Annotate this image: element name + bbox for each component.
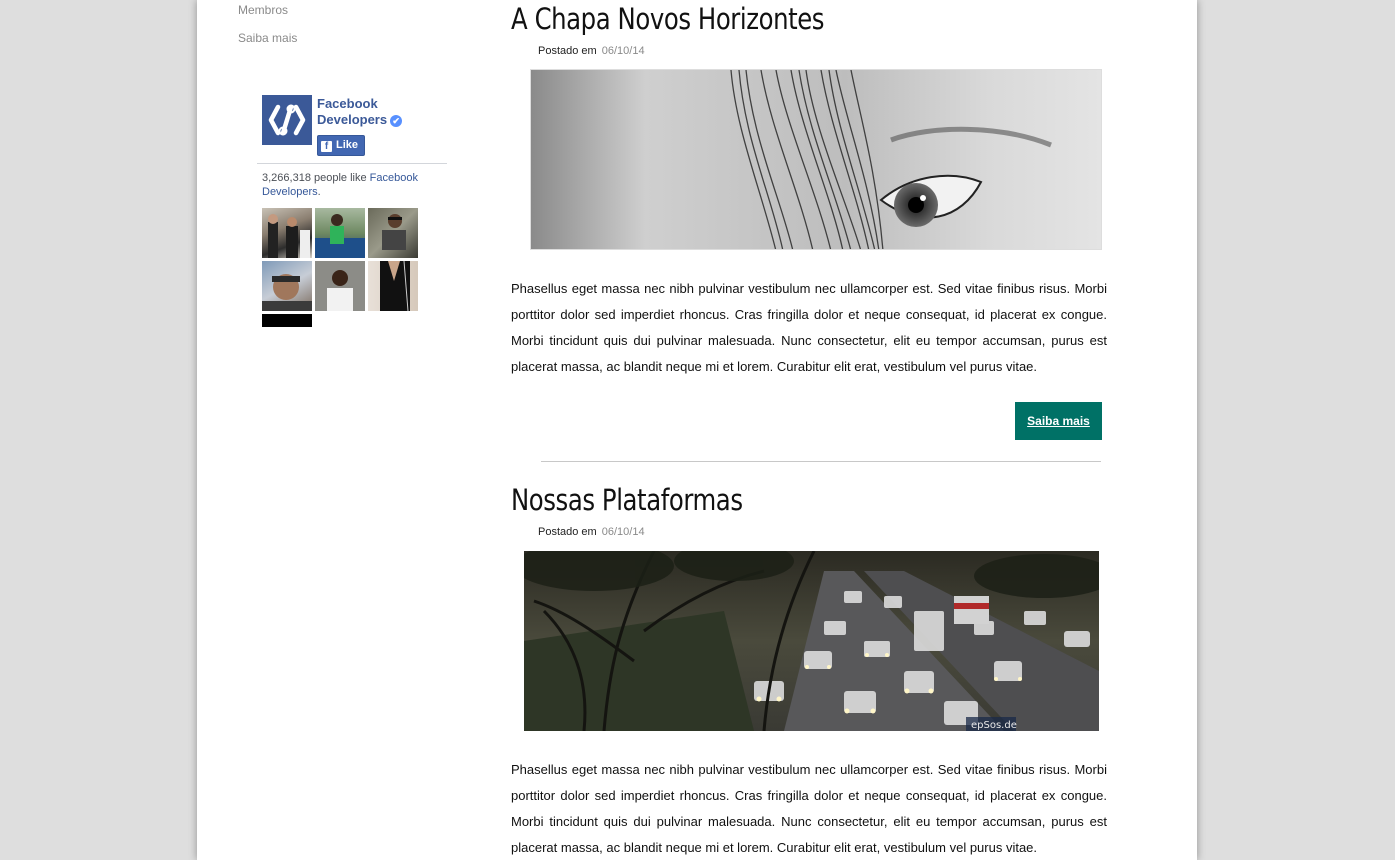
facebook-page-name-text: Facebook Developers (317, 96, 388, 127)
post-image-eye (530, 69, 1102, 250)
post-title[interactable]: Nossas Plataformas (511, 483, 743, 517)
post-image-traffic: epSos.de (524, 551, 1099, 731)
post-separator (541, 461, 1101, 462)
post-title[interactable]: A Chapa Novos Horizontes (511, 2, 825, 36)
saiba-mais-button[interactable]: Saiba mais (1015, 402, 1102, 440)
facebook-like-button[interactable]: f Like (317, 135, 366, 156)
friend-avatar[interactable] (315, 208, 365, 258)
friend-avatar[interactable] (315, 261, 365, 311)
page-container: Membros Saiba mais Facebook Developers ✔ … (197, 0, 1197, 860)
facebook-like-count: 3,266,318 people like Facebook Developer… (262, 171, 442, 199)
facebook-divider (257, 163, 447, 164)
post-date: 06/10/14 (601, 526, 645, 538)
post-excerpt: Phasellus eget massa nec nibh pulvinar v… (511, 762, 1107, 855)
friend-avatar[interactable] (368, 208, 418, 258)
friend-avatar[interactable] (262, 261, 312, 311)
friend-avatar[interactable] (262, 314, 312, 327)
post-meta: Postado em 06/10/14 (538, 45, 645, 57)
image-watermark: epSos.de (971, 720, 1017, 731)
friend-avatar[interactable] (368, 261, 418, 311)
friend-avatar[interactable] (262, 208, 312, 258)
nav-link-membros[interactable]: Membros (238, 3, 288, 17)
like-count-end: . (317, 186, 321, 198)
like-label: Like (336, 139, 359, 151)
posted-label: Postado em (538, 526, 597, 538)
facebook-page-name[interactable]: Facebook Developers ✔ (317, 96, 437, 128)
post-date: 06/10/14 (601, 45, 645, 57)
nav-link-saiba-mais[interactable]: Saiba mais (238, 31, 297, 45)
posted-label: Postado em (538, 45, 597, 57)
post-meta: Postado em 06/10/14 (538, 526, 645, 538)
verified-badge-icon: ✔ (390, 114, 403, 127)
facebook-f-icon: f (321, 141, 332, 152)
facebook-developers-logo-icon[interactable] (262, 95, 312, 145)
post-excerpt: Phasellus eget massa nec nibh pulvinar v… (511, 281, 1107, 374)
like-count-text: 3,266,318 people like (262, 172, 370, 184)
